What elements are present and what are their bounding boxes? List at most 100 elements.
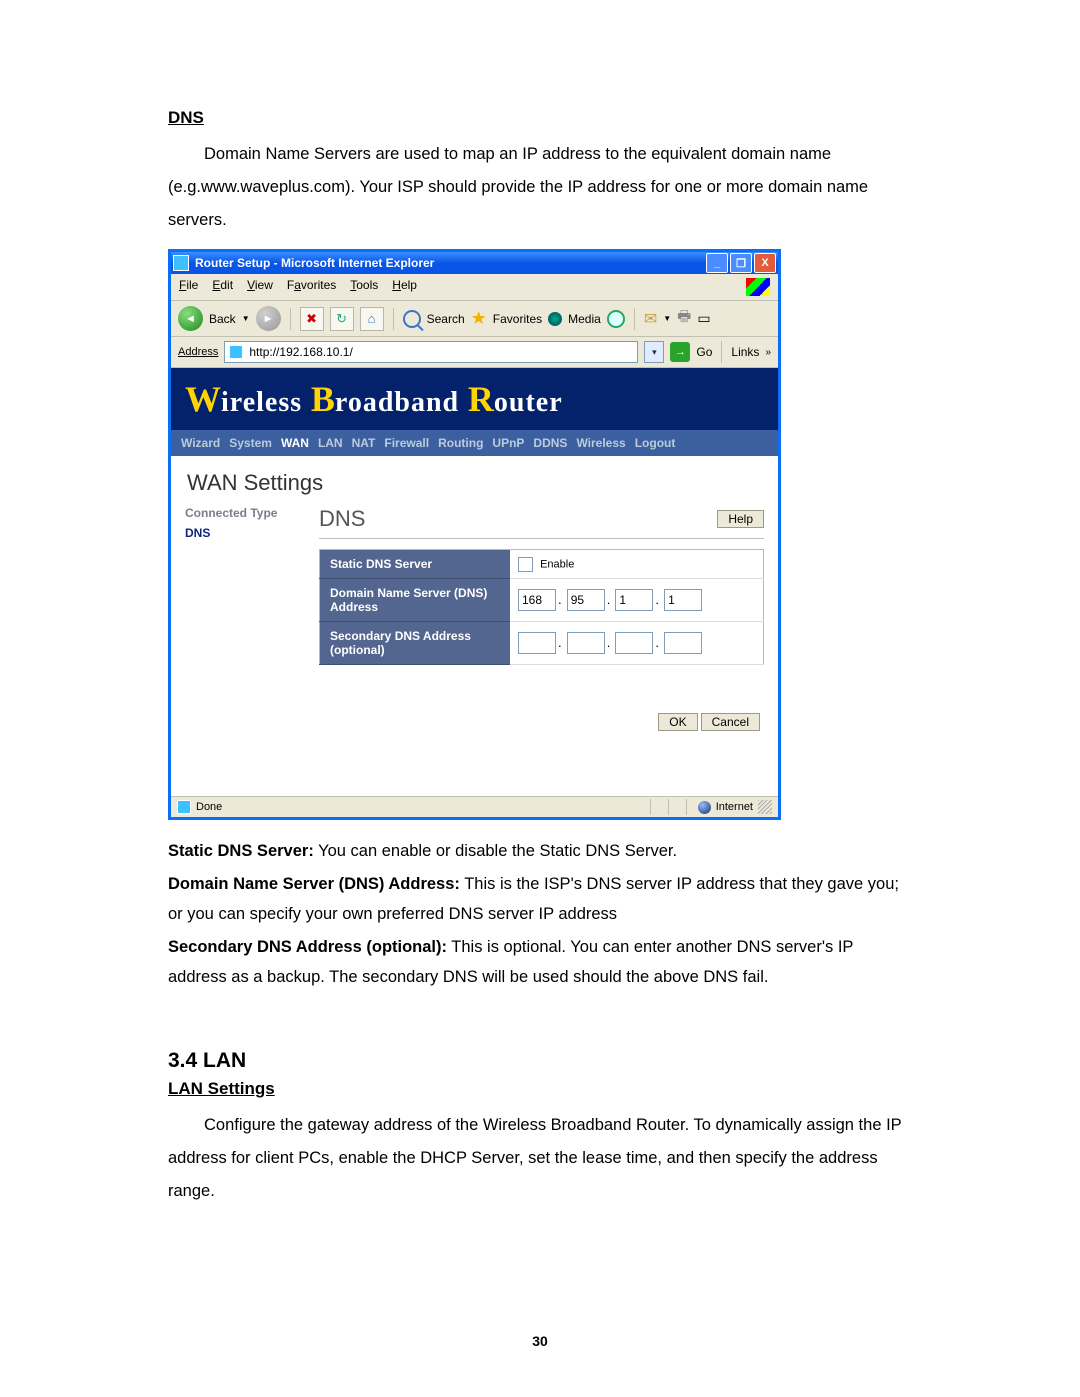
separator <box>393 308 394 330</box>
toolbar: ◄ Back ▼ ► ✖ ↻ ⌂ Search ★ Favorites Medi… <box>171 301 778 337</box>
window-titlebar: Router Setup - Microsoft Internet Explor… <box>171 252 778 274</box>
secdns-ip-1[interactable] <box>518 632 556 654</box>
nav-wizard[interactable]: Wizard <box>181 436 220 450</box>
nav-routing[interactable]: Routing <box>438 436 483 450</box>
dns-paragraph: Domain Name Servers are used to map an I… <box>168 138 908 237</box>
ok-button[interactable]: OK <box>658 713 697 731</box>
dns-settings-table: Static DNS Server Enable Domain Name Ser… <box>319 549 764 665</box>
address-bar: Address ▾ → Go Links » <box>171 337 778 368</box>
nav-wan[interactable]: WAN <box>281 436 309 450</box>
links-label[interactable]: Links <box>731 345 759 359</box>
row-dns-addr-label: Domain Name Server (DNS) Address <box>320 579 511 622</box>
stop-button[interactable]: ✖ <box>300 307 324 331</box>
separator <box>721 341 722 363</box>
nav-logout[interactable]: Logout <box>635 436 676 450</box>
go-button[interactable]: → <box>670 342 690 362</box>
windows-flag-icon <box>746 278 770 296</box>
secdns-ip-3[interactable] <box>615 632 653 654</box>
row-static-dns-label: Static DNS Server <box>320 550 511 579</box>
media-icon <box>548 312 562 326</box>
menu-edit[interactable]: Edit <box>212 278 233 296</box>
status-page-icon <box>177 800 191 814</box>
dns-heading: DNS <box>168 108 908 128</box>
page-title: WAN Settings <box>187 470 762 496</box>
cancel-button[interactable]: Cancel <box>701 713 760 731</box>
menu-help[interactable]: Help <box>392 278 417 296</box>
page-number: 30 <box>0 1333 1080 1349</box>
address-input-wrap[interactable] <box>224 341 638 363</box>
address-input[interactable] <box>247 344 633 360</box>
page-icon <box>229 345 243 359</box>
secdns-ip-2[interactable] <box>567 632 605 654</box>
refresh-button[interactable]: ↻ <box>330 307 354 331</box>
favorites-icon: ★ <box>471 308 487 329</box>
side-dns[interactable]: DNS <box>185 526 305 540</box>
internet-zone-icon <box>698 801 711 814</box>
address-dropdown[interactable]: ▾ <box>644 341 664 363</box>
router-page-body: WAN Settings Connected Type DNS DNS Help <box>171 456 778 796</box>
router-nav: Wizard System WAN LAN NAT Firewall Routi… <box>171 430 778 456</box>
help-button[interactable]: Help <box>717 510 764 528</box>
lan-settings-heading: LAN Settings <box>168 1079 908 1099</box>
nav-lan[interactable]: LAN <box>318 436 343 450</box>
print-icon[interactable]: 🖶 <box>677 306 691 331</box>
mail-icon[interactable]: ✉ <box>644 309 657 329</box>
static-dns-desc: Static DNS Server: You can enable or dis… <box>168 836 908 867</box>
history-icon[interactable] <box>607 310 625 328</box>
row-sec-dns-label: Secondary DNS Address (optional) <box>320 622 511 665</box>
favorites-button[interactable]: Favorites <box>493 312 542 326</box>
dns-title: DNS <box>319 506 365 532</box>
side-connected-type[interactable]: Connected Type <box>185 506 305 520</box>
maximize-button[interactable]: ❐ <box>730 253 752 273</box>
secdns-ip-4[interactable] <box>664 632 702 654</box>
status-bar: Done Internet <box>171 796 778 817</box>
side-menu: Connected Type DNS <box>185 506 305 731</box>
mail-menu-icon[interactable]: ▼ <box>663 314 671 323</box>
dns-ip-3[interactable] <box>615 589 653 611</box>
nav-nat[interactable]: NAT <box>352 436 376 450</box>
minimize-button[interactable]: _ <box>706 253 728 273</box>
nav-firewall[interactable]: Firewall <box>384 436 429 450</box>
menu-view[interactable]: View <box>247 278 273 296</box>
search-button[interactable]: Search <box>427 312 465 326</box>
dns-ip-fields: . . . <box>510 579 764 622</box>
nav-upnp[interactable]: UPnP <box>492 436 524 450</box>
menubar: File Edit View Favorites Tools Help <box>171 274 778 301</box>
go-label: Go <box>696 345 712 359</box>
dns-ip-1[interactable] <box>518 589 556 611</box>
ie-icon <box>173 255 189 271</box>
sec-dns-ip-fields: . . . <box>510 622 764 665</box>
back-button[interactable]: ◄ <box>178 306 203 331</box>
separator <box>290 308 291 330</box>
media-button[interactable]: Media <box>568 312 601 326</box>
nav-wireless[interactable]: Wireless <box>576 436 625 450</box>
resize-grip-icon <box>758 800 772 814</box>
lan-paragraph: Configure the gateway address of the Wir… <box>168 1109 908 1208</box>
sec-dns-desc: Secondary DNS Address (optional): This i… <box>168 932 908 993</box>
section-3-4: 3.4 LAN <box>168 1049 908 1073</box>
enable-checkbox[interactable] <box>518 557 533 572</box>
back-menu-icon[interactable]: ▼ <box>242 314 250 323</box>
status-zone: Internet <box>716 801 753 813</box>
dns-ip-4[interactable] <box>664 589 702 611</box>
status-done: Done <box>196 801 222 813</box>
nav-ddns[interactable]: DDNS <box>533 436 567 450</box>
menu-file[interactable]: File <box>179 278 198 296</box>
back-label: Back <box>209 312 236 326</box>
menu-favorites[interactable]: Favorites <box>287 278 336 296</box>
dns-ip-2[interactable] <box>567 589 605 611</box>
window-title: Router Setup - Microsoft Internet Explor… <box>195 256 434 270</box>
close-button[interactable]: X <box>754 253 776 273</box>
separator <box>634 308 635 330</box>
search-icon <box>403 310 421 328</box>
router-screenshot: Router Setup - Microsoft Internet Explor… <box>168 249 781 820</box>
menu-tools[interactable]: Tools <box>350 278 378 296</box>
forward-button[interactable]: ► <box>256 306 281 331</box>
dns-addr-desc: Domain Name Server (DNS) Address: This i… <box>168 869 908 930</box>
edit-page-icon[interactable]: ▭ <box>697 310 710 327</box>
links-expand-icon[interactable]: » <box>765 347 771 358</box>
nav-system[interactable]: System <box>229 436 272 450</box>
address-label: Address <box>178 346 218 358</box>
home-button[interactable]: ⌂ <box>360 307 384 331</box>
router-banner: Wireless Broadband Router <box>171 368 778 430</box>
